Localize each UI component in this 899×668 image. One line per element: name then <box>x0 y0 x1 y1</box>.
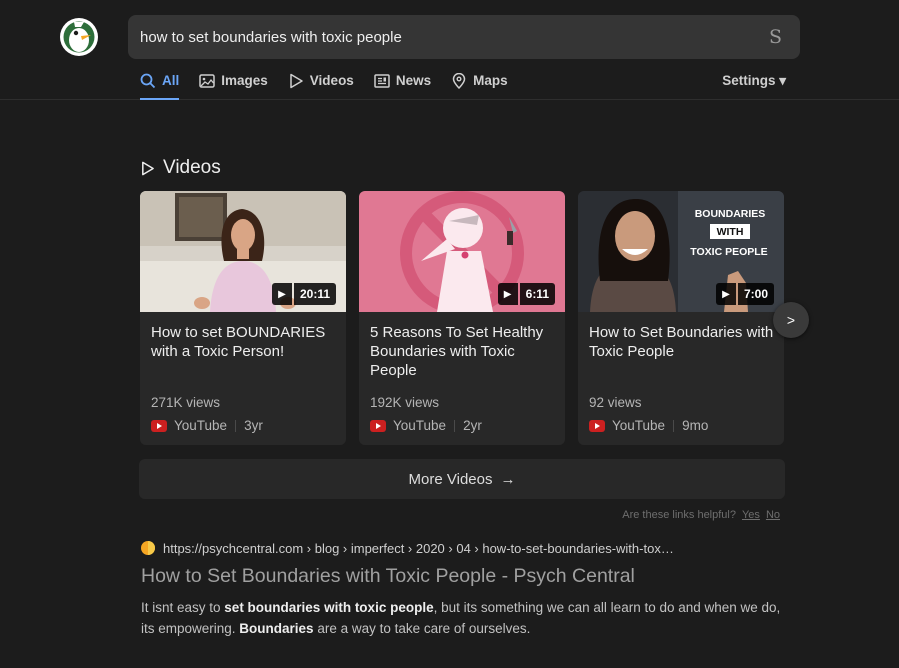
header: S All Images Videos News Maps Settings ▾ <box>0 0 899 100</box>
tab-maps-label: Maps <box>473 73 508 88</box>
video-source: YouTube <box>393 418 447 433</box>
play-icon <box>142 161 154 175</box>
video-views: 92 views <box>589 395 642 410</box>
video-duration: ▶ 6:11 <box>497 283 555 305</box>
divider <box>454 419 456 432</box>
video-meta: YouTube 3yr <box>151 418 263 433</box>
snippet-text: are a way to take care of ourselves. <box>313 621 531 636</box>
youtube-icon <box>151 419 167 432</box>
search-result: https://psychcentral.com › blog › imperf… <box>141 538 781 639</box>
thumbnail-text: WITH <box>717 226 744 238</box>
video-views: 192K views <box>370 395 440 410</box>
video-title[interactable]: How to Set Boundaries with Toxic People <box>589 323 775 361</box>
video-thumbnail: ▶ 20:11 <box>140 191 346 312</box>
tab-all[interactable]: All <box>140 68 180 100</box>
youtube-icon <box>589 419 605 432</box>
video-meta: YouTube 9mo <box>589 418 708 433</box>
video-duration: ▶ 20:11 <box>271 283 336 305</box>
play-icon: ▶ <box>497 283 518 305</box>
newspaper-icon <box>374 74 390 88</box>
snippet-highlight: set boundaries with toxic people <box>224 600 434 615</box>
video-age: 9mo <box>682 418 709 433</box>
search-bar: S <box>128 15 800 59</box>
tab-maps[interactable]: Maps <box>451 68 508 100</box>
result-title-link[interactable]: How to Set Boundaries with Toxic People … <box>141 565 781 588</box>
settings-dropdown[interactable]: Settings ▾ <box>722 73 786 89</box>
more-videos-button[interactable]: More Videos → <box>139 459 785 499</box>
video-title[interactable]: 5 Reasons To Set Healthy Boundaries with… <box>370 323 556 380</box>
tab-news-label: News <box>395 73 432 88</box>
tab-videos[interactable]: Videos <box>288 68 354 100</box>
result-url[interactable]: https://psychcentral.com › blog › imperf… <box>163 541 674 556</box>
play-icon <box>290 73 303 89</box>
snippet-text: It isnt easy to <box>141 600 225 615</box>
video-source: YouTube <box>612 418 666 433</box>
image-icon <box>199 74 216 88</box>
feedback-question: Are these links helpful? <box>622 509 736 521</box>
video-thumbnail: ▶ 6:11 <box>359 191 565 312</box>
thumbnail-text: BOUNDARIES <box>695 208 766 220</box>
tab-images-label: Images <box>221 73 268 88</box>
feedback-prompt: Are these links helpful? Yes No <box>622 509 780 521</box>
tab-all-label: All <box>162 73 180 88</box>
videos-section-title[interactable]: Videos <box>140 157 221 179</box>
play-icon: ▶ <box>715 283 736 305</box>
video-meta: YouTube 2yr <box>370 418 482 433</box>
tab-images[interactable]: Images <box>199 68 268 100</box>
snippet-highlight: Boundaries <box>239 621 314 636</box>
video-card[interactable]: ▶ 6:11 5 Reasons To Set Healthy Boundari… <box>359 191 565 445</box>
search-icon <box>140 73 156 89</box>
map-pin-icon <box>452 73 466 89</box>
video-duration: ▶ 7:00 <box>715 283 774 305</box>
more-videos-label: More Videos <box>408 470 493 488</box>
video-title[interactable]: How to set BOUNDARIES with a Toxic Perso… <box>151 323 337 361</box>
duration-label: 7:00 <box>737 283 774 305</box>
search-button[interactable]: S <box>769 26 782 48</box>
favicon-icon <box>141 541 155 555</box>
search-input[interactable] <box>140 15 740 59</box>
duration-label: 6:11 <box>519 283 555 305</box>
search-tabs: All Images Videos News Maps <box>140 68 508 100</box>
video-age: 2yr <box>463 418 482 433</box>
video-thumbnail: BOUNDARIES WITH TOXIC PEOPLE ▶ 7:00 <box>578 191 784 312</box>
divider <box>235 419 237 432</box>
thumbnail-text: TOXIC PEOPLE <box>690 246 767 258</box>
video-card[interactable]: ▶ 20:11 How to set BOUNDARIES with a Tox… <box>140 191 346 445</box>
result-url-row[interactable]: https://psychcentral.com › blog › imperf… <box>141 538 781 558</box>
videos-section-label: Videos <box>163 157 221 178</box>
play-icon: ▶ <box>271 283 292 305</box>
divider <box>673 419 675 432</box>
carousel-next-button[interactable]: > <box>773 302 809 338</box>
video-age: 3yr <box>244 418 263 433</box>
result-snippet: It isnt easy to set boundaries with toxi… <box>141 597 781 639</box>
duration-label: 20:11 <box>293 283 336 305</box>
tab-videos-label: Videos <box>309 73 354 88</box>
video-views: 271K views <box>151 395 221 410</box>
duckduckgo-logo[interactable] <box>60 18 98 56</box>
feedback-yes-link[interactable]: Yes <box>742 509 760 521</box>
arrow-right-icon: → <box>500 470 516 488</box>
youtube-icon <box>370 419 386 432</box>
video-card[interactable]: BOUNDARIES WITH TOXIC PEOPLE ▶ 7:00 How … <box>578 191 784 445</box>
video-source: YouTube <box>174 418 228 433</box>
tab-news[interactable]: News <box>374 68 431 100</box>
feedback-no-link[interactable]: No <box>766 509 780 521</box>
